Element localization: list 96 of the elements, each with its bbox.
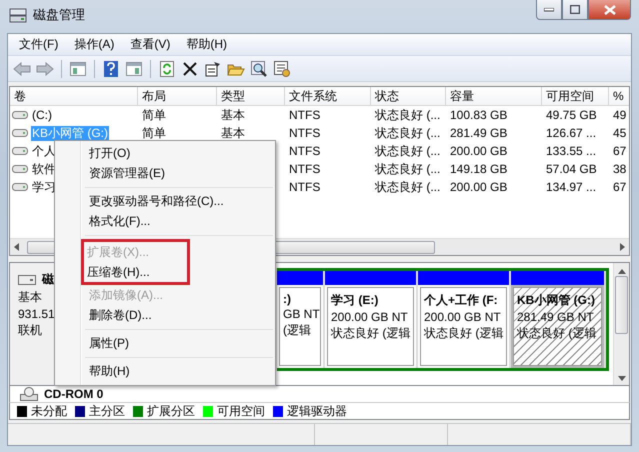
table-cell-text: NTFS (288, 179, 322, 195)
legend-label: 扩展分区 (147, 402, 195, 420)
window-title: 磁盘管理 (33, 6, 85, 24)
table-cell-text: 基本 (220, 107, 246, 123)
table-cell-text: 134.97 ... (545, 179, 598, 195)
partition-name: :) (283, 292, 291, 306)
scrollbar-thumb[interactable] (615, 276, 628, 334)
magnifier-icon[interactable] (249, 58, 269, 78)
partition-status: 状态良好 (逻辑 (331, 325, 410, 342)
menu-item[interactable]: 压缩卷(H)... (84, 262, 187, 282)
table-cell-text: 状态良好 (... (374, 179, 442, 195)
table-cell-text: 126.67 ... (545, 125, 598, 141)
partition-name: 学习 (E:) (331, 292, 378, 309)
menu-bar-item[interactable]: 帮助(H) (179, 36, 234, 53)
legend-label: 主分区 (89, 402, 125, 420)
disk-name: 磁 (42, 271, 54, 288)
drive-icon (12, 128, 28, 138)
table-cell-text: 149.18 GB (449, 161, 508, 177)
table-cell-text: 281.49 GB (449, 125, 508, 141)
close-button[interactable] (588, 0, 631, 20)
column-header[interactable]: 可用空间 (542, 87, 609, 106)
partition-size: 200.00 GB NT (424, 310, 501, 324)
partition-status: (逻辑 (283, 322, 311, 339)
table-cell-text: 57.04 GB (545, 161, 598, 177)
partition-name: KB小网管 (G:) (517, 292, 595, 309)
column-header[interactable]: 类型 (217, 87, 285, 106)
scroll-down-icon[interactable] (618, 376, 626, 381)
table-cell-text: NTFS (288, 161, 322, 177)
refresh-icon[interactable] (157, 58, 177, 78)
table-cell-text: 45 (612, 125, 628, 141)
settings-icon[interactable] (272, 58, 292, 78)
drive-icon (12, 164, 28, 174)
partition-status: 状态良好 (逻辑 (517, 325, 596, 342)
column-header[interactable]: 布局 (138, 87, 217, 106)
table-cell-text: NTFS (288, 143, 322, 159)
table-cell-text: 简单 (141, 107, 167, 123)
menu-item[interactable]: 打开(O) (57, 143, 273, 163)
table-cell-text: 状态良好 (... (374, 107, 442, 123)
table-cell-text: 67 (612, 179, 628, 195)
column-header[interactable]: 文件系统 (285, 87, 371, 106)
maximize-button[interactable] (562, 0, 588, 20)
table-cell-text: 49.75 GB (545, 107, 598, 123)
legend-label: 可用空间 (217, 402, 265, 420)
table-cell-text: 200.00 GB (449, 179, 508, 195)
menu-item[interactable]: 格式化(F)... (57, 211, 273, 231)
table-cell-text: 49 (612, 107, 628, 123)
partition-status: 状态良好 (逻辑 (424, 325, 504, 342)
column-header[interactable]: 容量 (446, 87, 542, 106)
menu-item[interactable]: 资源管理器(E) (57, 163, 273, 183)
menu-item[interactable]: 更改驱动器号和路径(C)... (57, 191, 273, 211)
legend-label: 逻辑驱动器 (287, 402, 347, 420)
drive-icon (12, 146, 28, 156)
table-cell-text: 简单 (141, 125, 167, 141)
table-cell-text: 状态良好 (... (374, 161, 442, 177)
table-cell-text: 133.55 ... (545, 143, 598, 159)
menu-bar-item[interactable]: 操作(A) (67, 36, 122, 53)
table-cell-text: NTFS (288, 125, 322, 141)
partition-size: GB NT (283, 307, 320, 321)
table-cell-text: 状态良好 (... (374, 143, 442, 159)
scroll-right-icon[interactable] (620, 243, 625, 251)
menu-bar-item[interactable]: 查看(V) (123, 36, 178, 53)
scroll-left-icon[interactable] (14, 243, 19, 251)
partition-name: 个人+工作 (F: (424, 292, 498, 309)
table-cell-text: 200.00 GB (449, 143, 508, 159)
menu-bar-item[interactable]: 文件(F) (12, 36, 66, 53)
disk-size: 931.51 (18, 307, 55, 321)
table-cell-text: 100.83 GB (449, 107, 508, 123)
table-cell-text: 67 (612, 143, 628, 159)
menu-item[interactable]: 帮助(H) (57, 361, 273, 381)
table-cell-text: 状态良好 (... (374, 125, 442, 141)
cdrom-name: CD-ROM 0 (44, 387, 104, 401)
menu-item[interactable]: 删除卷(D)... (57, 305, 273, 325)
maximize-icon (570, 5, 580, 14)
disk-state: 联机 (18, 322, 42, 339)
close-icon (604, 4, 616, 14)
drive-icon (12, 110, 28, 120)
minimize-button[interactable] (536, 0, 562, 20)
column-header[interactable]: 状态 (371, 87, 446, 106)
volume-name[interactable]: (C:) (31, 108, 53, 122)
disk-type: 基本 (18, 289, 42, 306)
help-icon[interactable] (101, 58, 121, 78)
partition-header-bar (277, 271, 323, 285)
minimize-icon (544, 8, 554, 12)
volume-name[interactable]: 学习 (31, 180, 57, 194)
column-header[interactable]: 卷 (10, 87, 138, 106)
table-cell-text: 基本 (220, 125, 246, 141)
disk-management-icon (9, 7, 27, 23)
table-cell-text: NTFS (288, 107, 322, 123)
scroll-up-icon[interactable] (618, 269, 626, 274)
menu-item[interactable]: 属性(P) (57, 333, 273, 353)
cd-drive-icon (20, 387, 38, 401)
partition-size: 200.00 GB NT (331, 310, 408, 324)
partition-size: 281.49 GB NT (517, 310, 594, 324)
table-cell-text: 38 (612, 161, 628, 177)
legend-label: 未分配 (31, 402, 67, 420)
drive-icon (12, 182, 28, 192)
